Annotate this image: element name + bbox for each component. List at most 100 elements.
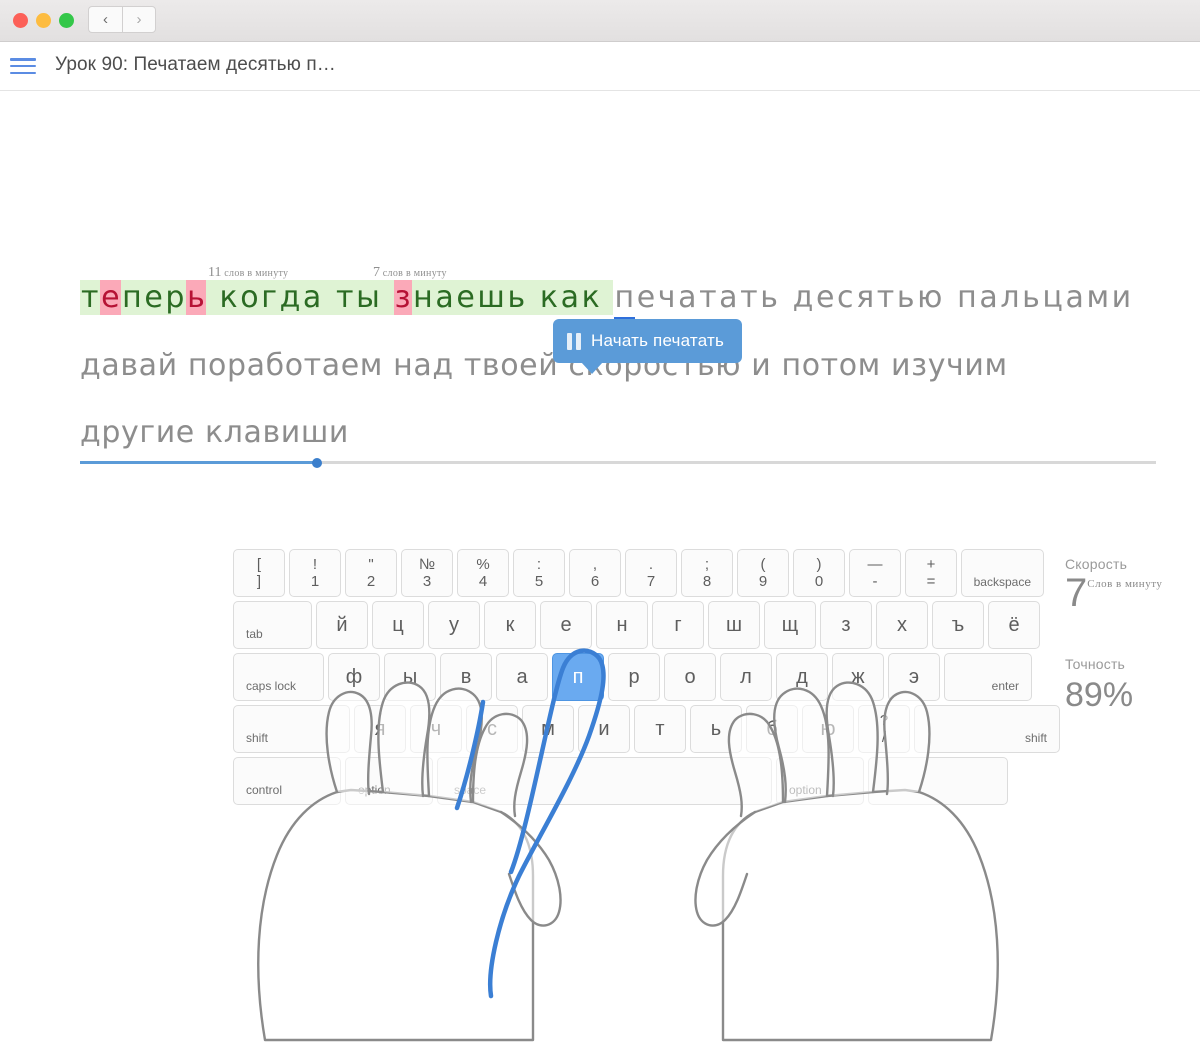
key-enter[interactable]: enter (944, 653, 1032, 701)
typing-space (206, 280, 219, 315)
key-blank[interactable] (868, 757, 1008, 805)
key-э[interactable]: э (888, 653, 940, 701)
key-ь[interactable]: ь (690, 705, 742, 753)
key-б[interactable]: б (746, 705, 798, 753)
typing-char: ь (1022, 280, 1041, 315)
key-п[interactable]: п (552, 653, 604, 701)
progress-fill (80, 461, 317, 464)
hamburger-menu-icon[interactable] (10, 56, 36, 76)
key-ё[interactable]: ё (988, 601, 1040, 649)
key-о[interactable]: о (664, 653, 716, 701)
key-9[interactable]: (9 (737, 549, 789, 597)
close-window-button[interactable] (13, 13, 28, 28)
key-2[interactable]: " 2 (345, 549, 397, 597)
key-shift[interactable]: shift (233, 705, 350, 753)
key-3[interactable]: № 3 (401, 549, 453, 597)
zoom-window-button[interactable] (59, 13, 74, 28)
key-у[interactable]: у (428, 601, 480, 649)
key-top-label: — (867, 555, 883, 573)
wpm-value: 11 (208, 265, 222, 280)
key-caps-lock[interactable]: caps lock (233, 653, 324, 701)
key-з[interactable]: з (820, 601, 872, 649)
key-к[interactable]: к (484, 601, 536, 649)
app-header: Урок 90: Печатаем десятью п… (0, 42, 1200, 91)
typing-text-line-3: другие клавиши (80, 415, 349, 450)
key-й[interactable]: й (316, 601, 368, 649)
key-ф[interactable]: ф (328, 653, 380, 701)
lesson-progress-bar[interactable] (80, 457, 1156, 468)
key-в[interactable]: в (440, 653, 492, 701)
key-ъ[interactable]: ъ (932, 601, 984, 649)
forward-button[interactable]: › (122, 6, 156, 33)
key-option[interactable]: option (776, 757, 864, 805)
speed-label: Скорость (1065, 556, 1128, 572)
key-tab[interactable]: tab (233, 601, 312, 649)
key-д[interactable]: д (776, 653, 828, 701)
wpm-value: 7 (373, 265, 380, 280)
key-е[interactable]: е (540, 601, 592, 649)
typing-char: а (559, 280, 581, 315)
typing-char: п (614, 280, 635, 320)
start-typing-button[interactable]: Начать печатать (553, 319, 743, 374)
key-bottom-label: 9 (758, 573, 768, 590)
key-1[interactable]: ! 1 (289, 549, 341, 597)
typing-char: м (1086, 280, 1110, 315)
key-bottom-label: / (881, 729, 887, 746)
typing-char: ч (657, 280, 677, 315)
key-т[interactable]: т (634, 705, 686, 753)
key-а[interactable]: а (496, 653, 548, 701)
key-bottom-label: 6 (590, 573, 600, 590)
typing-text-line-1: теперь когда ты знаешь как печатать деся… (80, 280, 1145, 320)
keyboard-row: control option space option (233, 757, 1008, 805)
key-backspace[interactable]: backspace (961, 549, 1044, 597)
key-и[interactable]: и (578, 705, 630, 753)
typing-char: д (278, 280, 302, 315)
typing-char: а (1065, 280, 1085, 315)
typing-practice-area[interactable]: 11 слов в минуту 7 слов в минуту теперь к… (0, 91, 1200, 491)
typing-char: а (301, 280, 323, 315)
key-л[interactable]: л (720, 653, 772, 701)
key-с[interactable]: с (466, 705, 518, 753)
key-bottom-label: 2 (366, 573, 376, 590)
key-top-label: ? (879, 711, 889, 729)
wpm-unit: слов в минуту (380, 268, 447, 279)
key-8[interactable]: ; 8 (681, 549, 733, 597)
key-=[interactable]: + = (905, 549, 957, 597)
virtual-keyboard[interactable]: []! 1 " 2 № 3% 4:5, 6. 7; 8(9) 0— - + = backspace tab й ц… (233, 549, 1060, 809)
key--[interactable]: — - (849, 549, 901, 597)
back-button[interactable]: ‹ (88, 6, 122, 33)
key-shift[interactable]: shift (914, 705, 1060, 753)
key-я[interactable]: я (354, 705, 406, 753)
key-4[interactable]: % 4 (457, 549, 509, 597)
key-н[interactable]: н (596, 601, 648, 649)
key-ш[interactable]: ш (708, 601, 760, 649)
key-/[interactable]: ? / (858, 705, 910, 753)
key-6[interactable]: ,6 (569, 549, 621, 597)
key-ы[interactable]: ы (384, 653, 436, 701)
window-title-bar: ‹ › (0, 0, 1200, 42)
key-р[interactable]: р (608, 653, 660, 701)
key-][interactable]: [] (233, 549, 285, 597)
key-5[interactable]: :5 (513, 549, 565, 597)
typing-char: л (1000, 280, 1021, 315)
key-0[interactable]: ) 0 (793, 549, 845, 597)
key-х[interactable]: х (876, 601, 928, 649)
key-ж[interactable]: ж (832, 653, 884, 701)
typing-char: и (1111, 280, 1132, 315)
key-space[interactable]: space (437, 757, 772, 805)
key-м[interactable]: м (522, 705, 574, 753)
key-щ[interactable]: щ (764, 601, 816, 649)
typing-char: ш (476, 280, 507, 315)
key-control[interactable]: control (233, 757, 341, 805)
minimize-window-button[interactable] (36, 13, 51, 28)
key-top-label: , (592, 555, 598, 573)
typing-space (1133, 280, 1145, 315)
key-г[interactable]: г (652, 601, 704, 649)
typing-char: е (100, 280, 122, 315)
key-ч[interactable]: ч (410, 705, 462, 753)
key-ю[interactable]: ю (802, 705, 854, 753)
progress-knob[interactable] (311, 457, 322, 468)
key-7[interactable]: .7 (625, 549, 677, 597)
key-ц[interactable]: ц (372, 601, 424, 649)
key-option[interactable]: option (345, 757, 433, 805)
